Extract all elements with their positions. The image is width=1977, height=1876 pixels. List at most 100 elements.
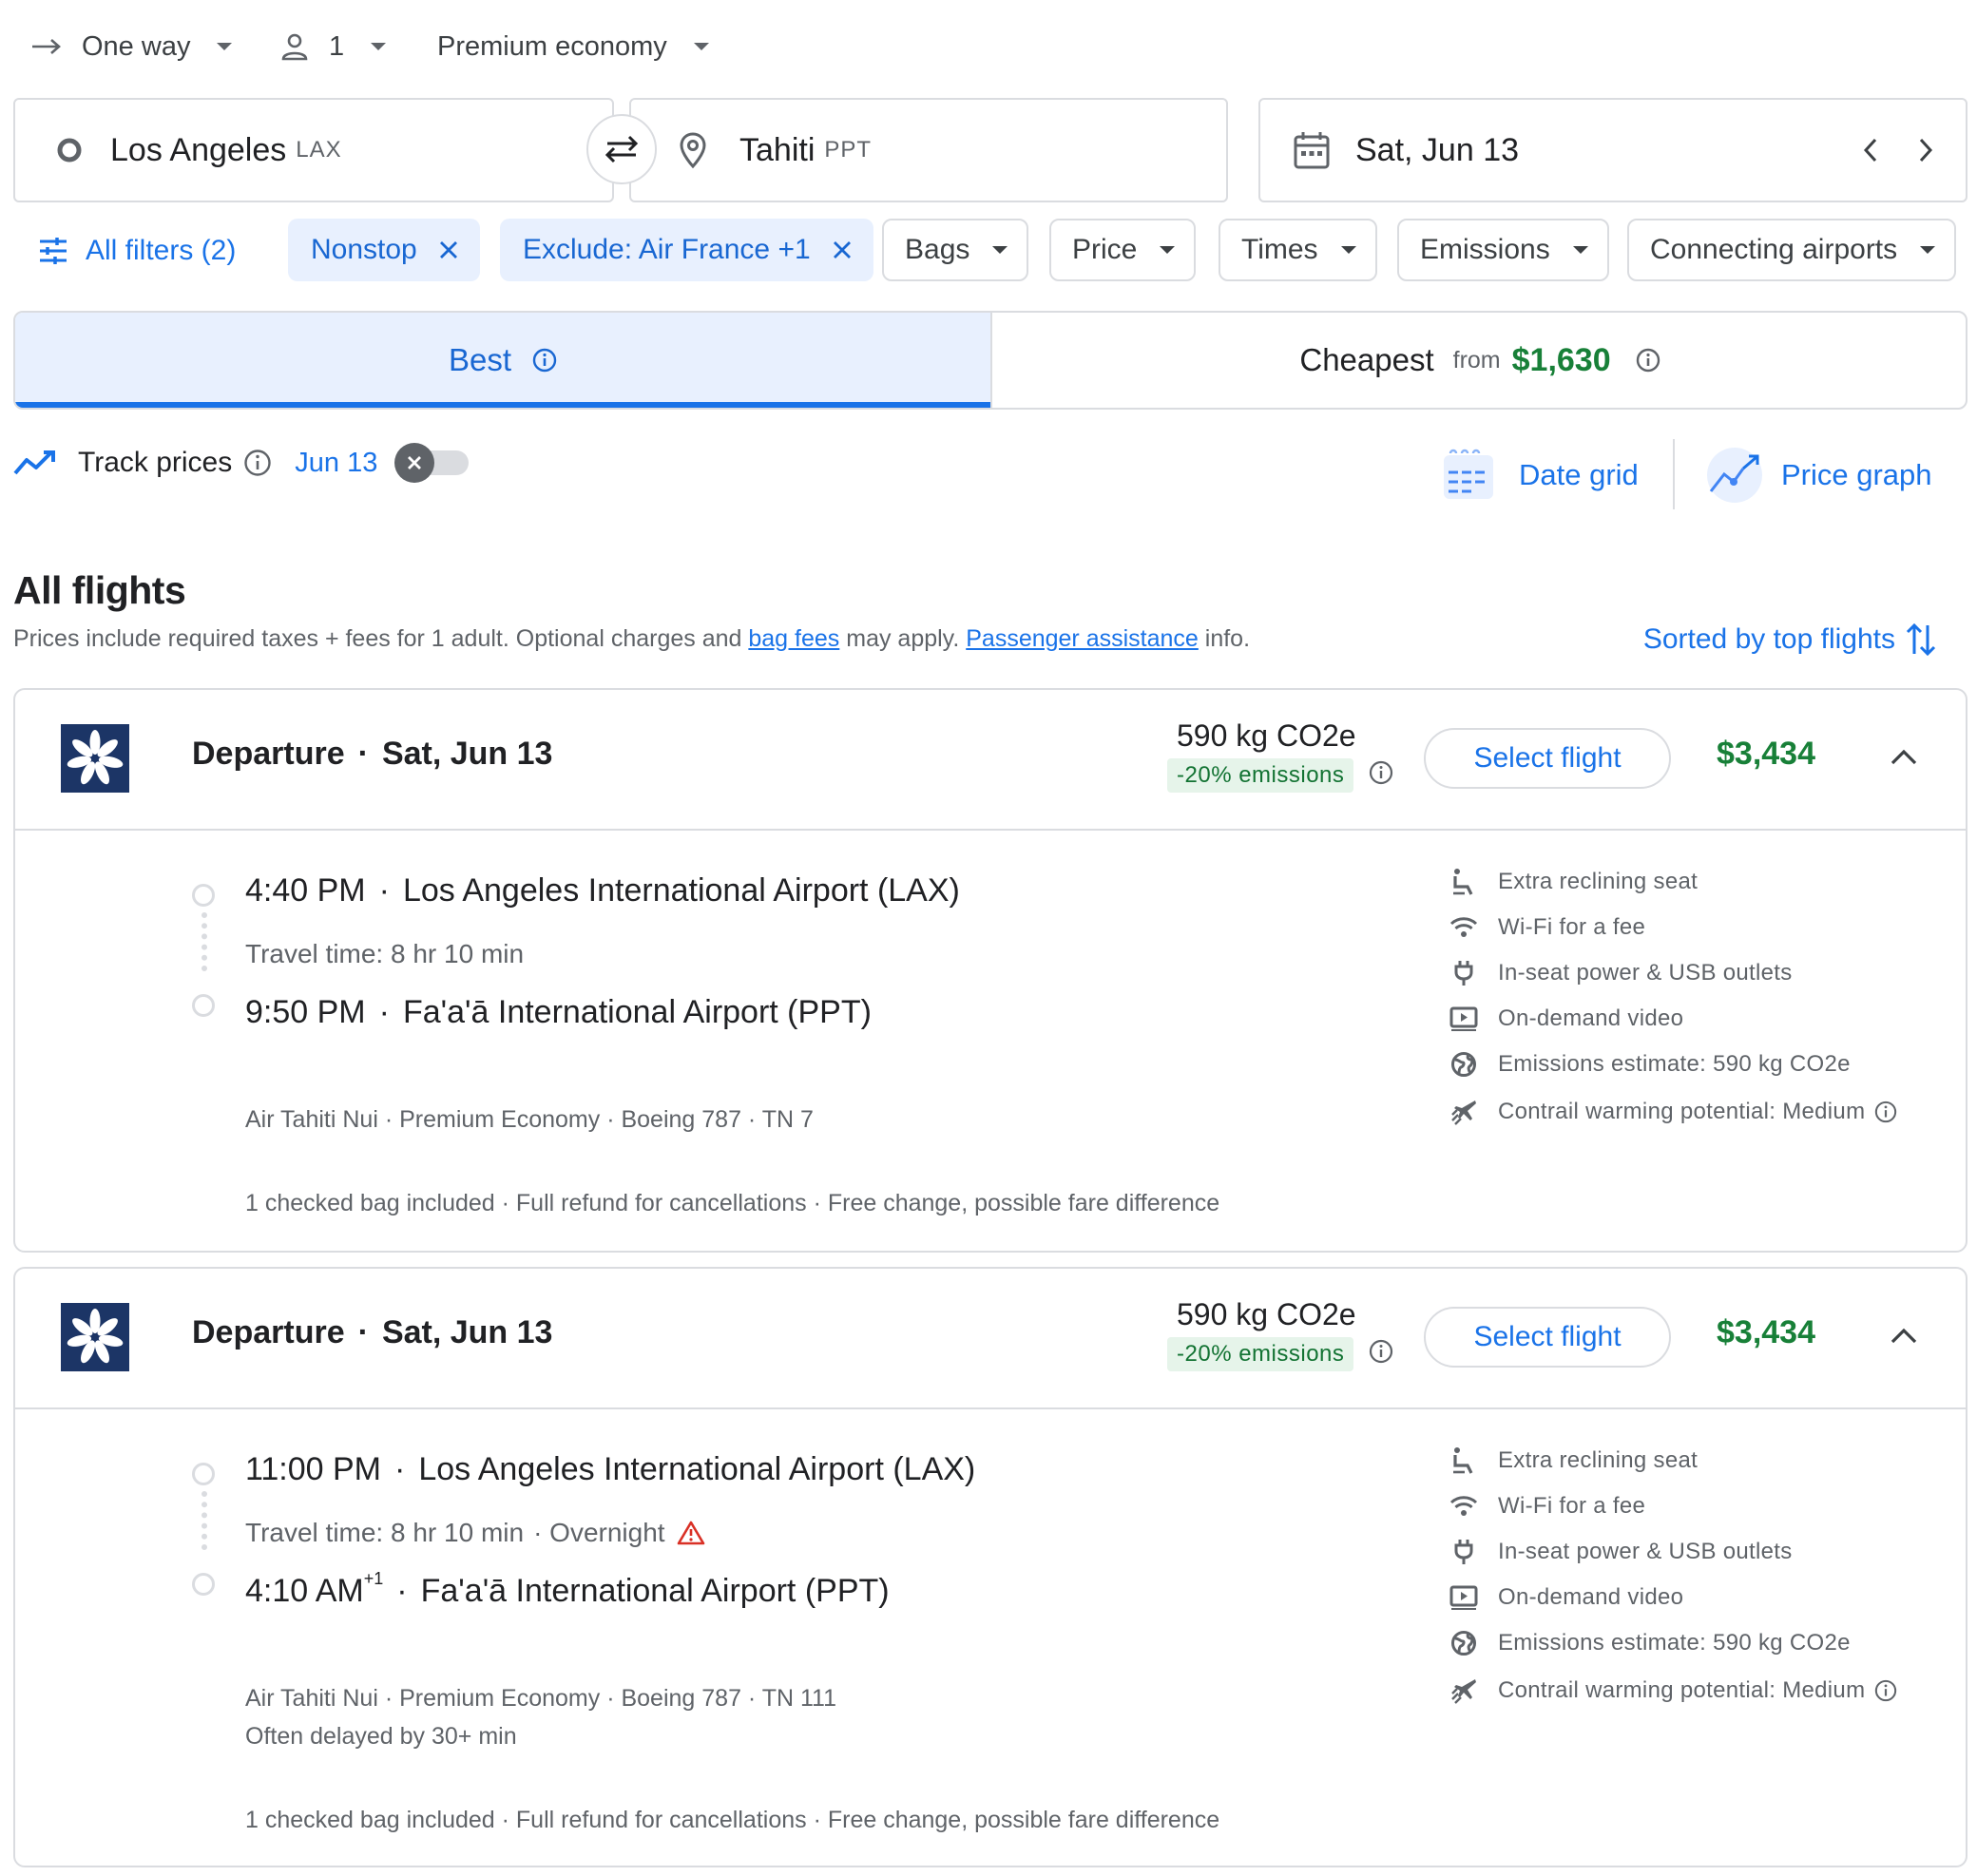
arrival-segment: 4:10 AM+1 · Fa'a'ā International Airport (…	[245, 1569, 890, 1609]
amenity-label: In-seat power & USB outlets	[1498, 1539, 1793, 1564]
calendar-icon	[1294, 132, 1330, 169]
sort-tabs: Best Cheapest from $1,630	[13, 311, 1967, 410]
chip-emissions[interactable]: Emissions	[1397, 219, 1609, 281]
amenity-item: Emissions estimate: 590 kg CO2e	[1449, 1047, 1851, 1082]
tune-icon	[40, 238, 67, 264]
sort-button[interactable]: Sorted by top flights	[1643, 620, 1937, 660]
select-flight-button[interactable]: Select flight	[1424, 728, 1671, 789]
chip-price[interactable]: Price	[1049, 219, 1197, 281]
wifi-icon	[1449, 1496, 1478, 1516]
power-plug-icon	[1454, 1540, 1473, 1564]
tab-best-label: Best	[448, 342, 512, 377]
swap-button[interactable]	[586, 114, 657, 184]
amenity-item: On-demand video	[1449, 1580, 1683, 1615]
passenger-select[interactable]: 1	[279, 27, 387, 67]
origin-circle-icon	[57, 138, 82, 163]
departure-segment: 4:40 PM · Los Angeles International Airpor…	[245, 872, 960, 909]
flight-card: Departure · Sat, Jun 13 590 kg CO2e -20% e…	[13, 1267, 1967, 1867]
departure-airport: Los Angeles International Airport (LAX)	[418, 1451, 976, 1487]
chip-connecting-airports[interactable]: Connecting airports	[1627, 219, 1957, 281]
amenity-label: Wi-Fi for a fee	[1498, 1493, 1646, 1519]
trip-type-select[interactable]: One way	[30, 27, 233, 67]
info-icon[interactable]	[1369, 1339, 1393, 1364]
co2-estimate: 590 kg CO2e	[1177, 1297, 1356, 1331]
info-icon[interactable]	[1369, 760, 1393, 785]
destination-field[interactable]: Tahiti PPT	[629, 98, 1228, 202]
chevron-up-icon[interactable]	[1890, 747, 1918, 766]
all-filters-button[interactable]: All filters (2)	[38, 232, 236, 270]
disclaimer-text: Prices include required taxes + fees for…	[13, 625, 749, 652]
fare-details: 1 checked bag included · Full refund for…	[245, 1807, 1220, 1833]
departure-label: Departure	[192, 736, 345, 772]
info-icon[interactable]	[1874, 1101, 1897, 1123]
chip-label: Price	[1072, 234, 1138, 265]
flight-card: Departure · Sat, Jun 13 590 kg CO2e -20% e…	[13, 688, 1967, 1253]
passenger-assistance-link[interactable]: Passenger assistance	[966, 625, 1199, 652]
chip-times[interactable]: Times	[1219, 219, 1377, 281]
departure-segment: 11:00 PM · Los Angeles International Airpo…	[245, 1451, 976, 1487]
tab-cheapest[interactable]: Cheapest from $1,630	[994, 313, 1966, 408]
close-icon[interactable]	[438, 239, 459, 260]
amenity-item: Extra reclining seat	[1449, 865, 1698, 899]
timeline-connector	[202, 1491, 207, 1550]
amenity-label: On-demand video	[1498, 1584, 1684, 1610]
price-disclaimer: Prices include required taxes + fees for…	[13, 625, 1250, 653]
tiare-flower-icon	[67, 1309, 124, 1364]
departure-heading: Departure · Sat, Jun 13	[192, 1314, 553, 1350]
warning-icon	[677, 1521, 704, 1545]
flight-card-header[interactable]: Departure · Sat, Jun 13 590 kg CO2e -20% e…	[15, 1269, 1966, 1409]
fare-details: 1 checked bag included · Full refund for…	[245, 1190, 1220, 1216]
price-graph-icon	[1707, 448, 1762, 503]
wifi-icon	[1449, 917, 1478, 937]
chevron-down-icon	[1160, 246, 1176, 254]
price-graph-button[interactable]: Price graph	[1705, 443, 1932, 507]
tab-best[interactable]: Best	[15, 313, 992, 408]
passenger-count: 1	[329, 30, 345, 62]
page-title: All flights	[13, 568, 186, 612]
tools-divider	[1673, 439, 1675, 509]
origin-field[interactable]: Los Angeles LAX	[13, 98, 614, 202]
origin-code: LAX	[296, 137, 342, 163]
amenity-label: Emissions estimate: 590 kg CO2e	[1498, 1051, 1851, 1077]
chevron-up-icon[interactable]	[1890, 1326, 1918, 1345]
chip-label: Bags	[905, 234, 970, 265]
date-grid-button[interactable]: Date grid	[1441, 443, 1639, 507]
arrival-time: 4:10 AM	[245, 1573, 364, 1609]
chip-bags[interactable]: Bags	[882, 219, 1029, 281]
destination-code: PPT	[824, 137, 873, 163]
track-prices-toggle[interactable]	[394, 443, 470, 483]
info-icon[interactable]	[1874, 1679, 1897, 1702]
select-flight-button[interactable]: Select flight	[1424, 1307, 1671, 1368]
track-prices-row: Track prices Jun 13	[13, 439, 470, 487]
amenity-item: Contrail warming potential: Medium	[1449, 1674, 1897, 1708]
sort-arrows-icon	[1906, 622, 1936, 657]
video-icon	[1449, 1585, 1478, 1610]
chevron-down-icon	[992, 246, 1008, 254]
chevron-down-icon	[1340, 246, 1356, 254]
info-icon[interactable]	[1636, 348, 1660, 373]
amenity-label: On-demand video	[1498, 1005, 1684, 1031]
arrival-airport: Fa'a'ā International Airport (PPT)	[402, 994, 872, 1030]
cabin-select[interactable]: Premium economy	[437, 27, 709, 67]
origin-name: Los Angeles	[110, 131, 287, 168]
date-field[interactable]: Sat, Jun 13	[1258, 98, 1967, 202]
departure-time: 4:40 PM	[245, 872, 366, 909]
flight-price: $3,434	[1717, 1314, 1815, 1350]
flight-card-header[interactable]: Departure · Sat, Jun 13 590 kg CO2e -20% e…	[15, 690, 1966, 831]
date-grid-icon	[1444, 449, 1493, 499]
chevron-left-icon[interactable]	[1861, 136, 1880, 164]
disclaimer-text: may apply.	[839, 625, 967, 652]
timeline-start-dot	[192, 884, 215, 907]
info-icon[interactable]	[243, 449, 272, 477]
delay-note: Often delayed by 30+ min	[245, 1723, 517, 1750]
bag-fees-link[interactable]: bag fees	[748, 625, 839, 652]
chevron-down-icon	[693, 43, 709, 50]
info-icon[interactable]	[532, 348, 557, 373]
amenity-label: Wi-Fi for a fee	[1498, 914, 1646, 940]
chip-nonstop[interactable]: Nonstop	[288, 219, 480, 281]
close-icon[interactable]	[832, 239, 853, 260]
overnight-label: · Overnight	[533, 1518, 665, 1547]
chevron-right-icon[interactable]	[1916, 136, 1935, 164]
chip-exclude-airlines[interactable]: Exclude: Air France +1	[500, 219, 873, 281]
tab-cheapest-label: Cheapest	[1299, 342, 1434, 377]
